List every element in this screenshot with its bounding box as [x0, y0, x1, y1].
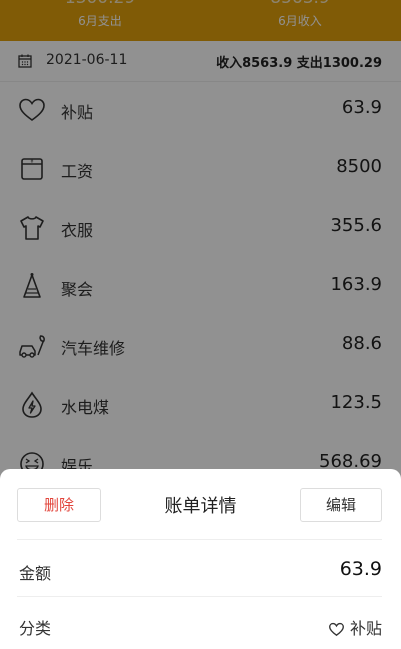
category-value: 补贴: [349, 619, 382, 638]
amount-row: 金额 63.9: [0, 551, 401, 591]
amount-key: 金额: [19, 564, 52, 583]
category-key: 分类: [19, 619, 52, 638]
category-row: 分类 补贴: [0, 606, 401, 646]
category-value-group: 补贴: [328, 615, 382, 639]
edit-button[interactable]: 编辑: [300, 488, 382, 522]
bill-detail-sheet: 删除 账单详情 编辑 金额 63.9 分类 补贴: [0, 469, 401, 649]
amount-value: 63.9: [339, 558, 382, 580]
modal-backdrop[interactable]: [0, 0, 401, 481]
heart-outline-icon: [329, 622, 344, 637]
divider: [17, 596, 382, 597]
divider: [17, 539, 382, 540]
